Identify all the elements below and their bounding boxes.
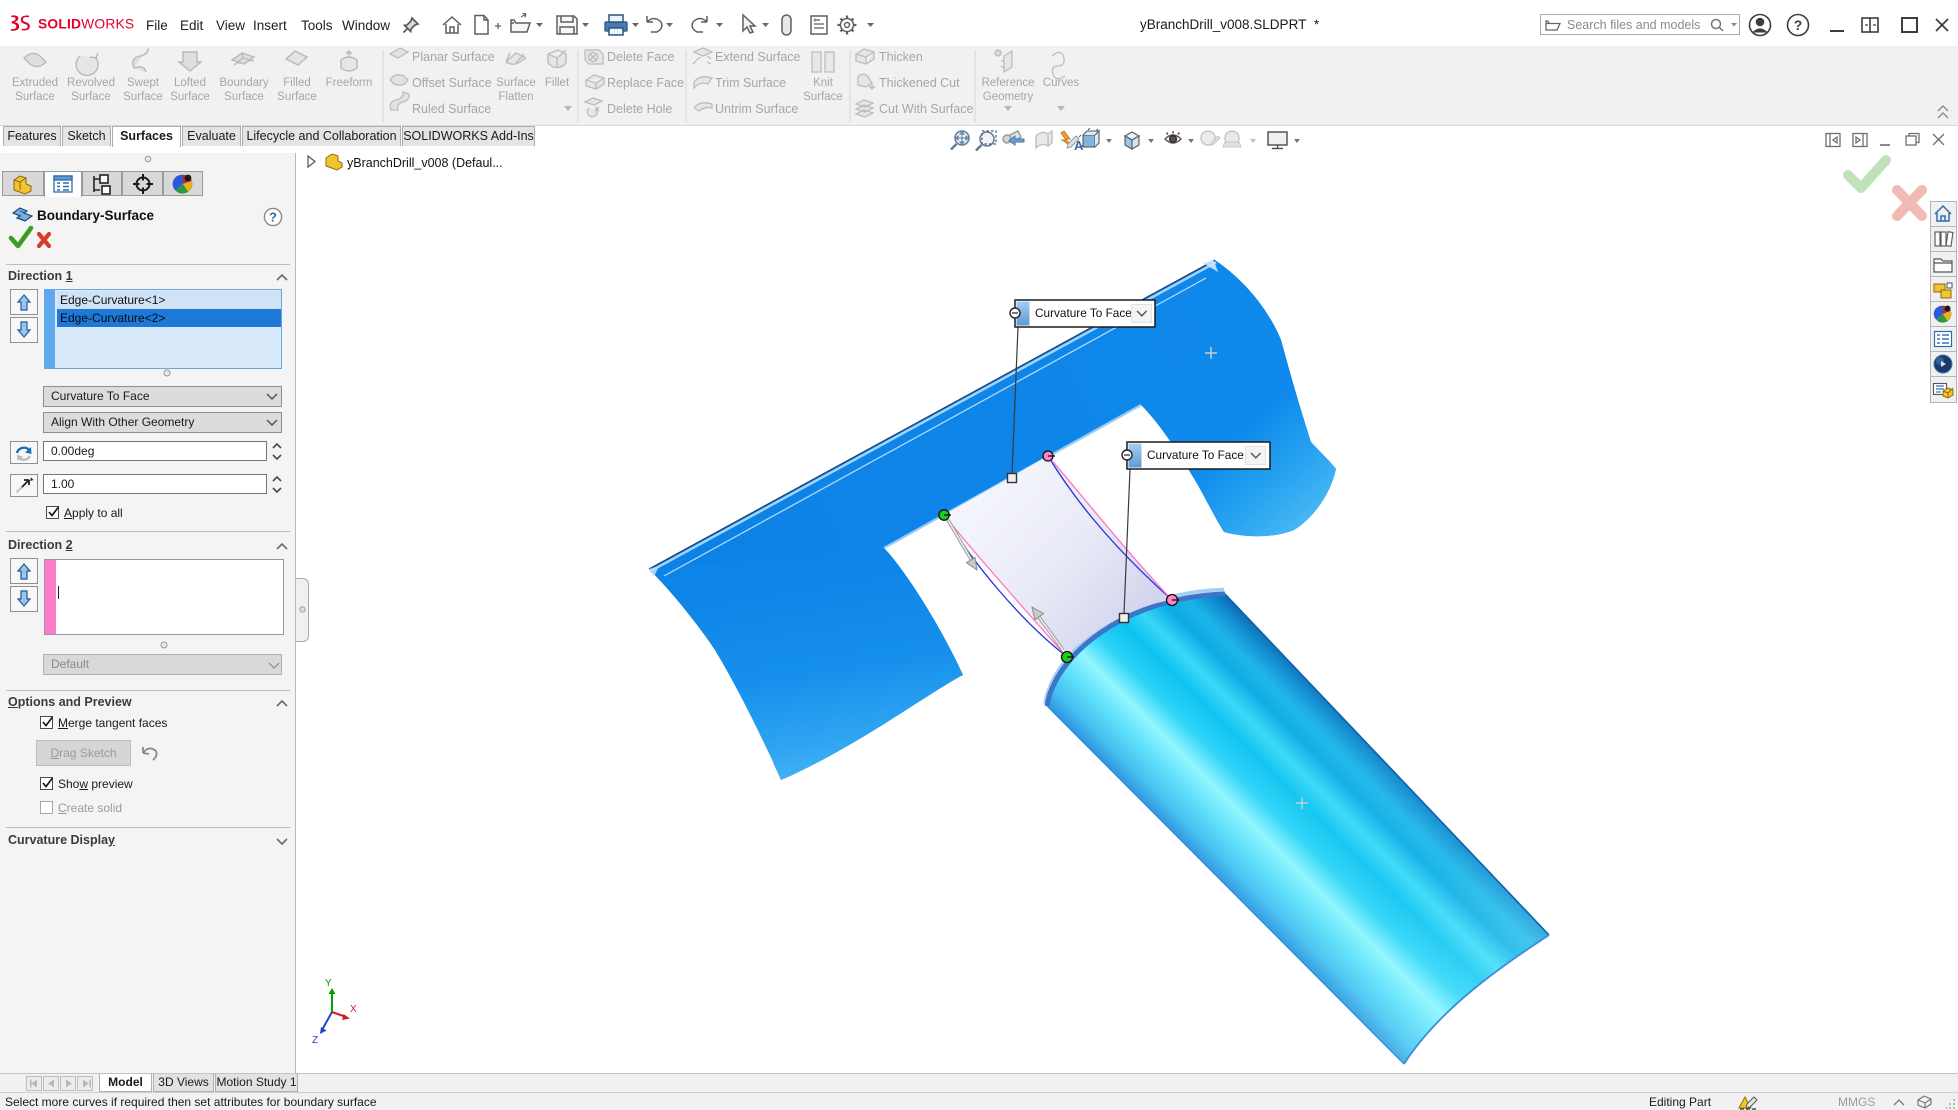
svg-text:Extruded: Extruded xyxy=(12,77,58,89)
svg-text:Delete Face: Delete Face xyxy=(607,50,674,64)
svg-text:Surface: Surface xyxy=(496,77,536,89)
svg-text:Trim Surface: Trim Surface xyxy=(715,76,786,90)
svg-text:Planar Surface: Planar Surface xyxy=(412,50,495,64)
svg-text:Geometry: Geometry xyxy=(983,91,1034,103)
svg-text:Replace Face: Replace Face xyxy=(607,76,684,90)
svg-text:Filled: Filled xyxy=(283,77,310,89)
svg-text:Ruled Surface: Ruled Surface xyxy=(412,102,491,116)
svg-text:Thicken: Thicken xyxy=(879,50,923,64)
svg-text:Surface: Surface xyxy=(277,91,317,103)
svg-text:Extend Surface: Extend Surface xyxy=(715,50,801,64)
svg-text:Knit: Knit xyxy=(813,77,834,89)
svg-text:Swept: Swept xyxy=(127,77,160,89)
svg-text:Curves: Curves xyxy=(1043,77,1080,89)
svg-text:Surface: Surface xyxy=(803,91,843,103)
svg-text:Cut With Surface: Cut With Surface xyxy=(879,102,974,116)
svg-text:Y: Y xyxy=(325,978,332,989)
svg-text:SOLIDWORKS: SOLIDWORKS xyxy=(38,17,134,32)
svg-text:Offset Surface: Offset Surface xyxy=(412,76,492,90)
svg-text:Curvature To Face: Curvature To Face xyxy=(1147,448,1244,462)
svg-text:Revolved: Revolved xyxy=(67,77,115,89)
svg-text:Surface: Surface xyxy=(71,91,111,103)
svg-text:Curvature To Face: Curvature To Face xyxy=(1035,306,1132,320)
svg-text:Untrim Surface: Untrim Surface xyxy=(715,102,798,116)
svg-text:Surface: Surface xyxy=(15,91,55,103)
svg-text:X: X xyxy=(350,1004,357,1015)
svg-text:Flatten: Flatten xyxy=(498,91,533,103)
svg-text:Freeform: Freeform xyxy=(326,77,373,89)
svg-text:Surface: Surface xyxy=(224,91,264,103)
svg-text:Reference: Reference xyxy=(981,77,1034,89)
svg-text:Boundary: Boundary xyxy=(219,77,268,89)
svg-text:Fillet: Fillet xyxy=(545,77,570,89)
svg-text:Z: Z xyxy=(312,1035,318,1046)
svg-text:Delete Hole: Delete Hole xyxy=(607,102,672,116)
svg-text:yBranchDrill_v008 (Defaul...: yBranchDrill_v008 (Defaul... xyxy=(347,156,503,170)
svg-text:Lofted: Lofted xyxy=(174,77,206,89)
svg-text:?: ? xyxy=(1794,17,1803,33)
svg-text:Surface: Surface xyxy=(170,91,210,103)
svg-text:?: ? xyxy=(269,210,277,225)
svg-text:Surface: Surface xyxy=(123,91,163,103)
svg-text:Thickened Cut: Thickened Cut xyxy=(879,76,960,90)
